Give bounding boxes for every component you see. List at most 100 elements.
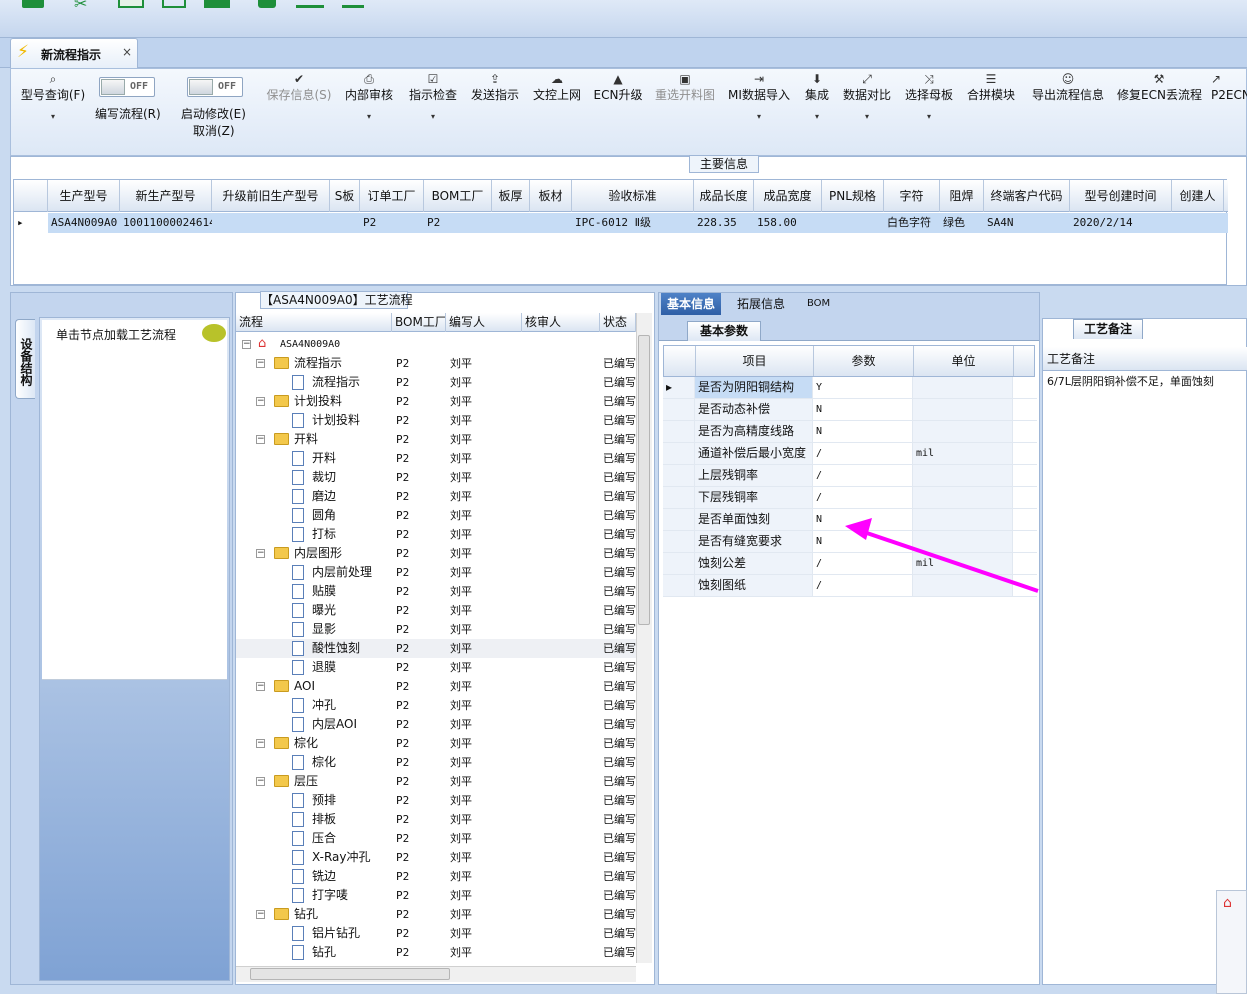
param-value[interactable]: / bbox=[813, 575, 913, 596]
apps-icon[interactable] bbox=[204, 0, 230, 8]
column-header[interactable]: 创建人 bbox=[1172, 180, 1224, 212]
chevron-down-icon[interactable]: ▾ bbox=[841, 111, 893, 123]
param-value[interactable]: N bbox=[813, 421, 913, 442]
column-header[interactable]: 生产型号 bbox=[48, 180, 120, 212]
send-instruction-button[interactable]: ⇪ 发送指示 bbox=[469, 71, 521, 103]
internal-review-button[interactable]: ⎙ 内部审核 ▾ bbox=[343, 71, 395, 123]
param-value[interactable]: N bbox=[813, 509, 913, 530]
row-selector[interactable] bbox=[663, 509, 695, 530]
save-info-button[interactable]: ✔ 保存信息(S) bbox=[263, 71, 335, 103]
param-value[interactable]: N bbox=[813, 399, 913, 420]
print-icon[interactable] bbox=[342, 0, 364, 8]
param-row[interactable]: 通道补偿后最小宽度 / mil bbox=[663, 443, 1037, 465]
param-row[interactable]: 是否动态补偿 N bbox=[663, 399, 1037, 421]
collapse-icon[interactable]: − bbox=[256, 777, 265, 786]
merge-module-button[interactable]: ☰ 合拼模块 bbox=[965, 71, 1017, 103]
cancel-label[interactable]: 取消(Z) bbox=[193, 122, 235, 139]
tree-row[interactable]: − 棕化 P2 刘平 已编写 bbox=[236, 734, 636, 753]
collapse-icon[interactable]: − bbox=[256, 910, 265, 919]
tree-row[interactable]: 磨边 P2 刘平 已编写 bbox=[236, 487, 636, 506]
monitor-icon[interactable] bbox=[296, 0, 324, 8]
row-selector[interactable]: ▸ bbox=[663, 377, 695, 398]
tab-new-process[interactable]: ⚡ 新流程指示 × bbox=[10, 38, 138, 68]
tree-row[interactable]: 冲孔 P2 刘平 已编写 bbox=[236, 696, 636, 715]
user-icon[interactable] bbox=[258, 0, 276, 8]
collapse-icon[interactable]: − bbox=[256, 682, 265, 691]
chevron-down-icon[interactable]: ▾ bbox=[407, 111, 459, 123]
tree-row[interactable]: 压合 P2 刘平 已编写 bbox=[236, 829, 636, 848]
scrollbar-thumb[interactable] bbox=[250, 968, 450, 980]
param-row[interactable]: 是否为高精度线路 N bbox=[663, 421, 1037, 443]
tree-row[interactable]: − 开料 P2 刘平 已编写 bbox=[236, 430, 636, 449]
floating-widget[interactable]: ⌂ bbox=[1216, 890, 1247, 994]
tree-row[interactable]: X-Ray冲孔 P2 刘平 已编写 bbox=[236, 848, 636, 867]
column-header[interactable]: 终端客户代码 bbox=[984, 180, 1070, 212]
tree-row[interactable]: 开料 P2 刘平 已编写 bbox=[236, 449, 636, 468]
column-header[interactable]: 板厚 bbox=[492, 180, 530, 212]
integrate-button[interactable]: ⬇ 集成 ▾ bbox=[801, 71, 833, 123]
chevron-down-icon[interactable]: ▾ bbox=[725, 111, 793, 123]
param-row[interactable]: 上层残铜率 / bbox=[663, 465, 1037, 487]
select-motherboard-button[interactable]: ⤨ 选择母板 ▾ bbox=[903, 71, 955, 123]
param-row[interactable]: ▸ 是否为阴阳铜结构 Y bbox=[663, 377, 1037, 399]
param-row[interactable]: 蚀刻图纸 / bbox=[663, 575, 1037, 597]
param-value[interactable]: / bbox=[813, 553, 913, 574]
param-row[interactable]: 是否单面蚀刻 N bbox=[663, 509, 1037, 531]
tab-extended-info[interactable]: 拓展信息 bbox=[731, 293, 791, 315]
ecn-upgrade-button[interactable]: ▲ ECN升级 bbox=[593, 71, 643, 103]
p2-ecn-button[interactable]: ↗ P2ECN8 bbox=[1211, 71, 1247, 103]
tree-row[interactable]: 贴膜 P2 刘平 已编写 bbox=[236, 582, 636, 601]
collapse-icon[interactable]: − bbox=[256, 739, 265, 748]
tab-basic-info[interactable]: 基本信息 bbox=[661, 293, 722, 315]
param-row[interactable]: 下层残铜率 / bbox=[663, 487, 1037, 509]
close-icon[interactable]: × bbox=[122, 45, 132, 59]
tree-row[interactable]: − 计划投料 P2 刘平 已编写 bbox=[236, 392, 636, 411]
column-header[interactable]: 升级前旧生产型号 bbox=[212, 180, 330, 212]
column-header[interactable]: 订单工厂 bbox=[360, 180, 424, 212]
column-header[interactable]: 型号创建时间 bbox=[1070, 180, 1172, 212]
tree-row[interactable]: 流程指示 P2 刘平 已编写 bbox=[236, 373, 636, 392]
tab-bom[interactable]: BOM bbox=[801, 293, 836, 315]
row-selector[interactable] bbox=[663, 487, 695, 508]
write-process-toggle[interactable]: OFF bbox=[99, 77, 155, 97]
row-selector[interactable] bbox=[663, 575, 695, 596]
row-selector[interactable] bbox=[663, 443, 695, 464]
subtab-basic-params[interactable]: 基本参数 bbox=[687, 321, 761, 341]
column-header[interactable]: 编写人 bbox=[446, 313, 522, 332]
column-header[interactable]: 板材 bbox=[530, 180, 572, 212]
tree-row[interactable]: 退膜 P2 刘平 已编写 bbox=[236, 658, 636, 677]
tree-row[interactable]: 曝光 P2 刘平 已编写 bbox=[236, 601, 636, 620]
column-header[interactable]: 流程 bbox=[236, 313, 392, 332]
column-header[interactable]: BOM工厂 bbox=[392, 313, 446, 332]
tree-row[interactable]: 圆角 P2 刘平 已编写 bbox=[236, 506, 636, 525]
collapse-icon[interactable]: − bbox=[256, 549, 265, 558]
column-header[interactable]: BOM工厂 bbox=[424, 180, 492, 212]
instruction-check-button[interactable]: ☑ 指示检查 ▾ bbox=[407, 71, 459, 123]
mi-data-import-button[interactable]: ⇥ MI数据导入 ▾ bbox=[725, 71, 793, 123]
chevron-down-icon[interactable]: ▾ bbox=[17, 111, 89, 123]
data-compare-button[interactable]: ⤢ 数据对比 ▾ bbox=[841, 71, 893, 123]
tree-row[interactable]: − 钻孔 P2 刘平 已编写 bbox=[236, 905, 636, 924]
notes-caption[interactable]: 工艺备注 bbox=[1073, 319, 1143, 339]
tree-row[interactable]: 钻孔 P2 刘平 已编写 bbox=[236, 943, 636, 962]
row-selector[interactable] bbox=[663, 465, 695, 486]
tree-row[interactable]: 排板 P2 刘平 已编写 bbox=[236, 810, 636, 829]
tree-row[interactable]: 内层AOI P2 刘平 已编写 bbox=[236, 715, 636, 734]
tree-row[interactable]: 计划投料 P2 刘平 已编写 bbox=[236, 411, 636, 430]
row-selector[interactable] bbox=[663, 531, 695, 552]
tree-root[interactable]: − ⌂ ASA4N009A0 bbox=[236, 335, 636, 354]
param-row[interactable]: 是否有缝宽要求 N bbox=[663, 531, 1037, 553]
param-value[interactable]: / bbox=[813, 487, 913, 508]
column-header[interactable]: PNL规格 bbox=[822, 180, 884, 212]
column-header[interactable]: 项目 bbox=[696, 346, 814, 376]
tab-equipment-structure[interactable]: 设备结构 bbox=[15, 319, 35, 399]
model-query-button[interactable]: ⌕ 型号查询(F) ▾ bbox=[17, 71, 89, 123]
param-value[interactable]: Y bbox=[813, 377, 913, 398]
column-header[interactable]: 成品长度 bbox=[694, 180, 754, 212]
column-header[interactable]: 单位 bbox=[914, 346, 1014, 376]
doc-control-online-button[interactable]: ☁ 文控上网 bbox=[531, 71, 583, 103]
notes-text[interactable]: 6/7L层阴阳铜补偿不足，单面蚀刻 bbox=[1047, 375, 1227, 388]
tree-row[interactable]: − 内层图形 P2 刘平 已编写 bbox=[236, 544, 636, 563]
tree-row[interactable]: 裁切 P2 刘平 已编写 bbox=[236, 468, 636, 487]
param-value[interactable]: N bbox=[813, 531, 913, 552]
